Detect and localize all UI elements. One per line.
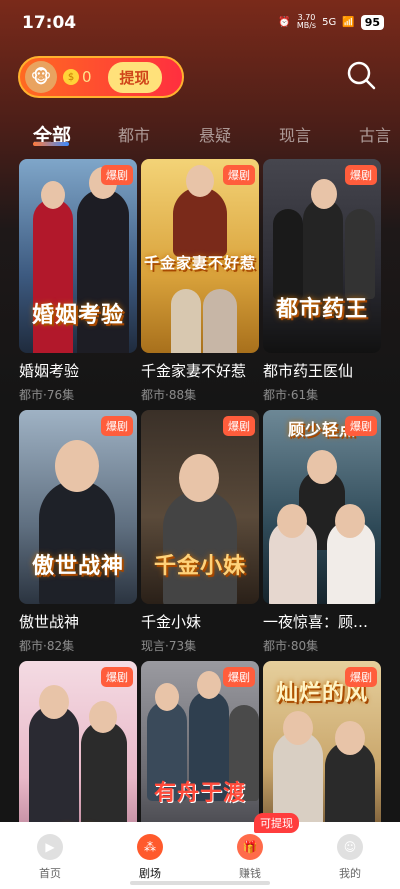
hot-badge: 爆剧: [223, 416, 255, 436]
poster-title: 婚姻考验: [31, 303, 124, 328]
withdraw-button[interactable]: 提现: [107, 61, 162, 93]
poster-title: 傲世战神: [31, 554, 124, 579]
card-meta: 都市·76集: [19, 388, 75, 402]
nav-profile[interactable]: ☺ 我的: [300, 822, 400, 889]
poster-image[interactable]: 千金家妻不好惹 爆剧: [141, 159, 259, 353]
network-speed: 3.70 MB/s: [296, 13, 317, 30]
nav-theater[interactable]: ⁂ 剧场: [100, 822, 200, 889]
card-title[interactable]: 千金小妹: [141, 611, 259, 632]
nav-label: 我的: [339, 867, 361, 880]
search-icon[interactable]: [346, 60, 376, 90]
card-title[interactable]: 千金家妻不好惹: [141, 360, 259, 381]
card-meta: 都市·80集: [263, 639, 319, 653]
poster-title: 都市药王: [275, 297, 368, 322]
wifi-icon: 📶: [342, 16, 355, 28]
home-indicator: [130, 881, 270, 885]
hot-badge: 爆剧: [101, 416, 133, 436]
poster-title: 千金家妻不好惹: [143, 254, 256, 272]
coin-count: 0: [82, 68, 92, 86]
card-meta: 都市·61集: [263, 388, 319, 402]
poster-image[interactable]: 都市药王 爆剧: [263, 159, 381, 353]
drama-card[interactable]: 婚姻考验 爆剧 婚姻考验 都市·76集: [19, 159, 137, 403]
status-time: 17:04: [22, 13, 77, 33]
poster-image[interactable]: 顾少轻点 爆剧: [263, 410, 381, 604]
nav-label: 首页: [39, 867, 61, 880]
tab-city[interactable]: 都市: [118, 122, 150, 146]
drama-card[interactable]: 傲世战神 爆剧 傲世战神 都市·82集: [19, 410, 137, 654]
battery-icon: 95: [360, 14, 384, 30]
tab-ancient-romance[interactable]: 古言: [359, 122, 391, 146]
status-bar: 17:04 ⏰ 3.70 MB/s 5G 📶 95: [0, 0, 400, 44]
hot-badge: 爆剧: [345, 165, 377, 185]
earn-tag: 可提现: [254, 813, 299, 833]
hot-badge: 爆剧: [345, 667, 377, 687]
tab-suspense[interactable]: 悬疑: [199, 122, 231, 146]
profile-icon: ☺: [337, 834, 363, 860]
category-tabs: 全部 都市 悬疑 现言 古言: [0, 116, 400, 152]
card-title[interactable]: 婚姻考验: [19, 360, 137, 381]
theater-icon: ⁂: [137, 834, 163, 860]
poster-image[interactable]: 傲世战神 爆剧: [19, 410, 137, 604]
avatar[interactable]: 🐵: [25, 61, 57, 93]
hot-badge: 爆剧: [345, 416, 377, 436]
status-icons: ⏰ 3.70 MB/s 5G 📶 95: [278, 14, 384, 30]
hot-badge: 爆剧: [101, 165, 133, 185]
drama-card[interactable]: 千金家妻不好惹 爆剧 千金家妻不好惹 都市·88集: [141, 159, 259, 403]
coin-pill[interactable]: 🐵 $ 0 提现: [18, 56, 184, 98]
hot-badge: 爆剧: [101, 667, 133, 687]
drama-card[interactable]: 顾少轻点 爆剧 一夜惊喜：顾… 都市·80集: [263, 410, 381, 654]
poster-title: 有舟于渡: [153, 781, 246, 806]
card-meta: 都市·82集: [19, 639, 75, 653]
poster-image[interactable]: 婚姻考验 爆剧: [19, 159, 137, 353]
poster-image[interactable]: 千金小妹 爆剧: [141, 410, 259, 604]
hot-badge: 爆剧: [223, 667, 255, 687]
tab-underline: [33, 142, 69, 146]
coin-icon: $: [63, 69, 79, 85]
play-icon: ▶: [37, 834, 63, 860]
card-title[interactable]: 一夜惊喜：顾…: [263, 611, 381, 632]
poster-title: 千金小妹: [153, 554, 246, 579]
bottom-nav: ▶ 首页 ⁂ 剧场 🎁 赚钱 ☺ 我的: [0, 822, 400, 889]
nav-label: 剧场: [139, 867, 161, 880]
alarm-icon: ⏰: [278, 16, 291, 28]
nav-label: 赚钱: [239, 867, 261, 880]
drama-card[interactable]: 千金小妹 爆剧 千金小妹 现言·73集: [141, 410, 259, 654]
hot-badge: 爆剧: [223, 165, 255, 185]
network-type: 5G: [322, 16, 337, 28]
tab-modern-romance[interactable]: 现言: [279, 122, 311, 146]
card-title[interactable]: 傲世战神: [19, 611, 137, 632]
card-meta: 都市·88集: [141, 388, 197, 402]
nav-home[interactable]: ▶ 首页: [0, 822, 100, 889]
drama-card[interactable]: 都市药王 爆剧 都市药王医仙 都市·61集: [263, 159, 381, 403]
card-meta: 现言·73集: [141, 639, 197, 653]
gift-icon: 🎁: [237, 834, 263, 860]
card-title[interactable]: 都市药王医仙: [263, 360, 381, 381]
